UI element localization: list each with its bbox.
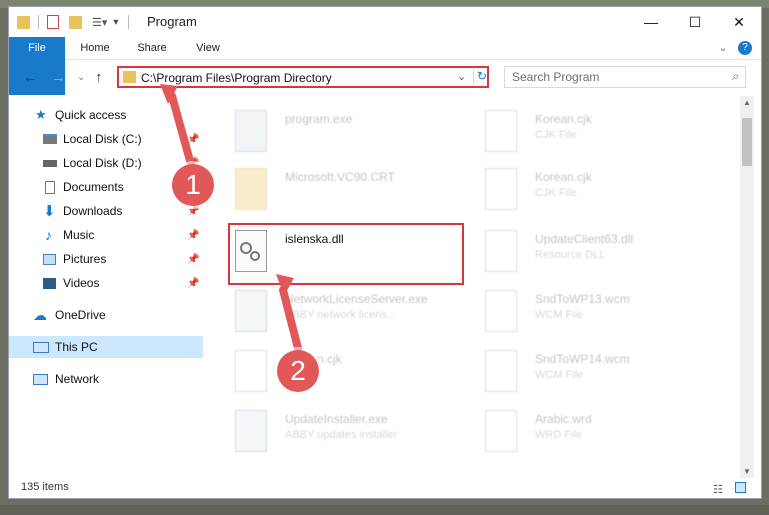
step-badge-2: 2 — [277, 350, 319, 392]
arrow-2 — [279, 286, 304, 360]
arrow-1 — [168, 92, 196, 172]
annotation-arrows — [160, 84, 304, 360]
step-badge-1: 1 — [172, 164, 214, 206]
arrow-2-head — [276, 274, 294, 296]
